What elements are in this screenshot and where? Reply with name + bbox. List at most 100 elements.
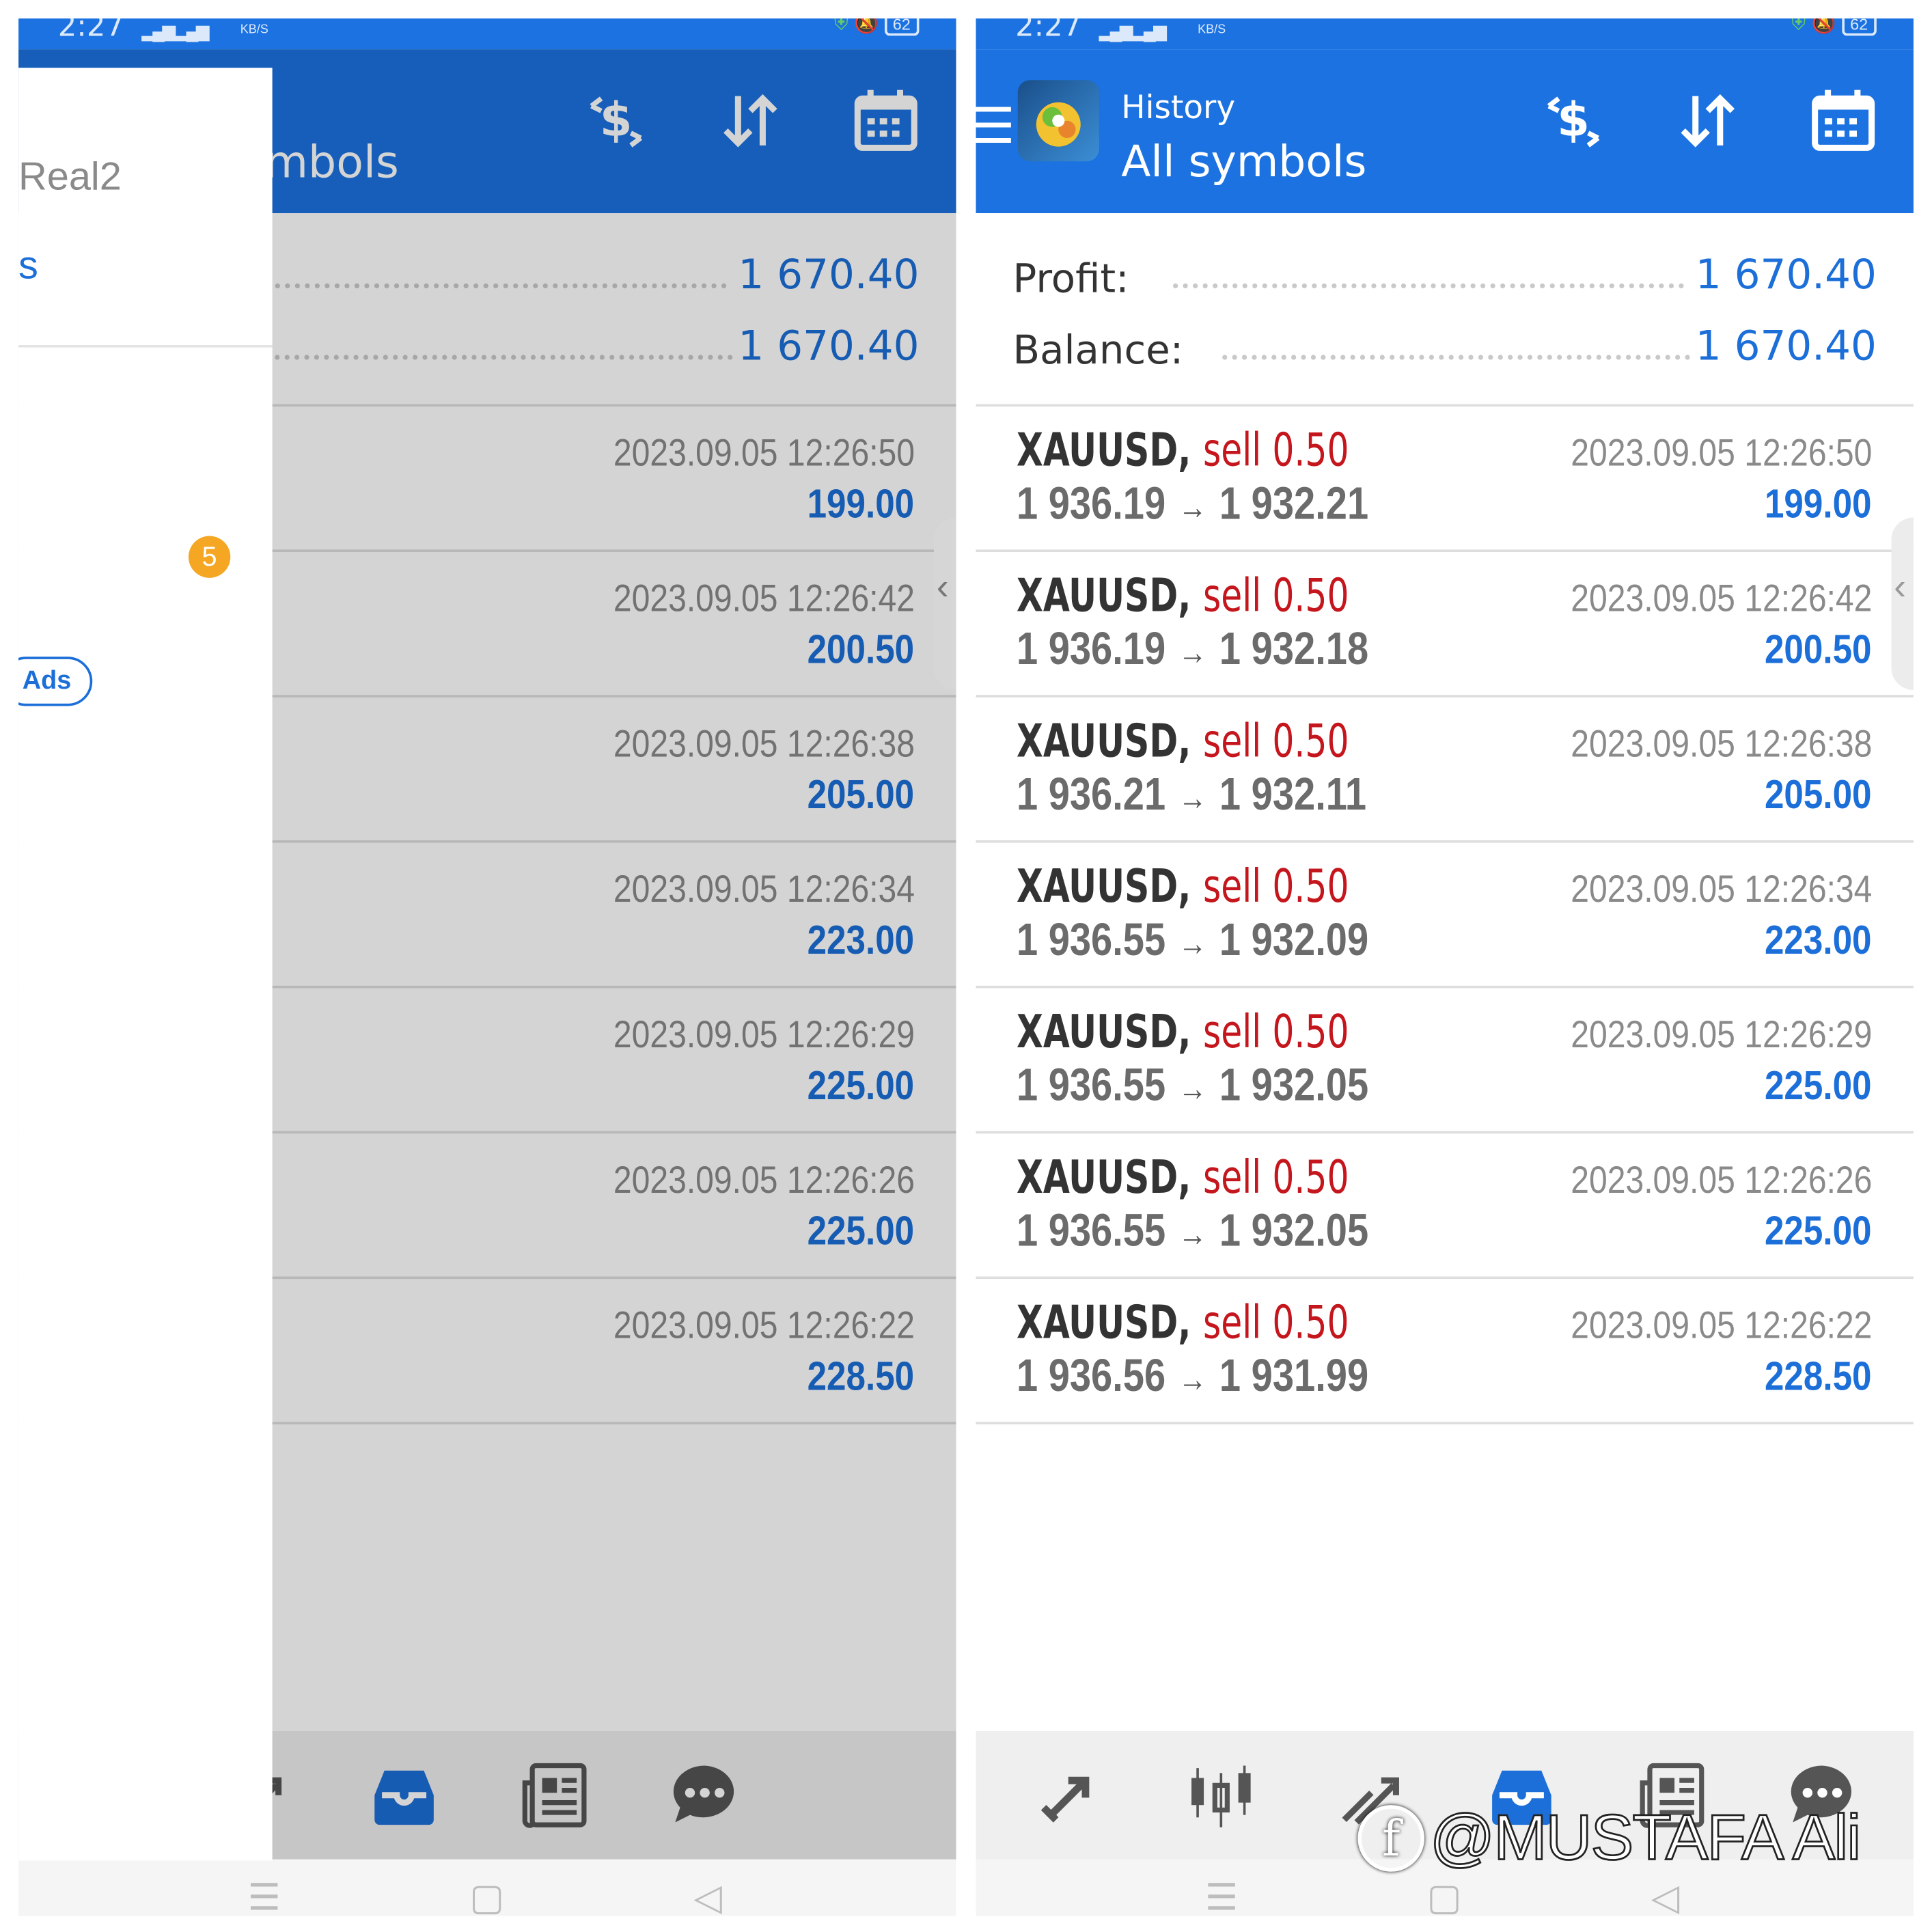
system-nav: ☰ ▢ ◁ <box>18 1859 956 1916</box>
trade-time: 2023.09.05 12:26:29 <box>1570 1012 1872 1056</box>
trade-time: 2023.09.05 12:26:26 <box>1570 1158 1872 1202</box>
back-icon[interactable]: ◁ <box>1651 1877 1680 1916</box>
status-right: ⛨ 🔕 62 <box>1791 18 1877 36</box>
status-right: ⛨ 🔕 62 <box>833 18 920 36</box>
trade-symbol: XAUUSD, sell 0.50 <box>1017 1296 1349 1349</box>
status-time: 2:27 <box>1015 18 1082 44</box>
trade-row[interactable]: XAUUSD, sell 0.50 1 936.56 → 1 931.99 2023.0… <box>976 1276 1914 1422</box>
left-screen: 2:27 ▂▄▆ ▂▄▆ KB/S ⛨ 🔕 62 mbols $ Profit:… <box>18 18 956 1916</box>
summary: Profit: 1 670.40 Balance: 1 670.40 <box>976 213 1914 404</box>
trade-open-price: 1 936.21 <box>1016 769 1166 820</box>
trade-row[interactable]: XAUUSD, sell 0.50 1 936.55 → 1 932.05 2023.0… <box>976 1131 1914 1277</box>
trade-symbol: XAUUSD, sell 0.50 <box>1017 424 1349 477</box>
watermark: f @MUSTAFA Ali <box>1357 1802 1862 1875</box>
shield-icon: ⛨ <box>1791 18 1806 35</box>
ads-button[interactable]: Ads <box>18 657 93 706</box>
trade-side: sell 0.50 <box>1202 1005 1349 1059</box>
shield-icon: ⛨ <box>833 18 849 35</box>
home-icon[interactable]: ▢ <box>469 1877 504 1916</box>
quotes-icon[interactable] <box>1034 1758 1107 1832</box>
nav-drawer: Real2 s 5 Ads <box>18 68 273 1861</box>
arrow-right-icon: → <box>1178 633 1207 672</box>
trade-profit: 205.00 <box>1765 771 1872 817</box>
status-bar: 2:27 ▂▄▆ ▂▄▆ KB/S ⛨ 🔕 62 <box>18 18 956 50</box>
drawer-link[interactable]: s <box>18 243 38 288</box>
trade-open-price: 1 936.55 <box>1016 914 1166 965</box>
status-bar: 2:27 ▂▄▆ ▂▄▆ KB/S ⛨ 🔕 62 <box>976 18 1914 50</box>
trade-row[interactable]: XAUUSD, sell 0.50 1 936.19 → 1 932.18 2023.0… <box>976 549 1914 695</box>
toolbar: ☰ History All symbols $ <box>976 49 1914 214</box>
balance-row: Balance: 1 670.40 <box>976 309 1914 381</box>
trade-symbol: XAUUSD, sell 0.50 <box>1017 569 1349 622</box>
toolbar-subtitle: All symbols <box>1121 137 1367 188</box>
drawer-account[interactable]: Real2 <box>18 154 122 199</box>
sort-icon[interactable] <box>1671 84 1745 164</box>
right-screen: 2:27 ▂▄▆ ▂▄▆ KB/S ⛨ 🔕 62 ☰ History All s… <box>976 18 1914 1916</box>
trade-time: 2023.09.05 12:26:22 <box>1570 1303 1872 1347</box>
battery-icon: 62 <box>884 18 920 36</box>
trade-row[interactable]: XAUUSD, sell 0.50 1 936.55 → 1 932.05 2023.0… <box>976 985 1914 1131</box>
trade-open-price: 1 936.19 <box>1016 623 1166 674</box>
trade-side: sell 0.50 <box>1202 859 1349 913</box>
trade-side: sell 0.50 <box>1202 424 1349 477</box>
trade-row[interactable]: XAUUSD, sell 0.50 1 936.21 → 1 932.11 2023.0… <box>976 695 1914 840</box>
balance-row-label: Balance: <box>1012 326 1184 374</box>
trade-side: sell 0.50 <box>1202 1296 1349 1349</box>
home-icon[interactable]: ▢ <box>1427 1877 1462 1916</box>
back-icon[interactable]: ◁ <box>693 1877 722 1916</box>
trade-close-price: 1 932.05 <box>1219 1060 1369 1111</box>
trade-prices: 1 936.56 → 1 931.99 <box>1017 1351 1368 1403</box>
mute-icon: 🔕 <box>854 18 879 35</box>
trade-row[interactable]: XAUUSD, sell 0.50 1 936.19 → 1 932.21 2023.0… <box>976 404 1914 550</box>
trade-side: sell 0.50 <box>1202 1150 1349 1204</box>
arrow-right-icon: → <box>1178 924 1207 963</box>
trade-side: sell 0.50 <box>1202 569 1349 622</box>
trade-symbol-name: XAUUSD, <box>1016 715 1191 768</box>
arrow-right-icon: → <box>1178 1215 1207 1254</box>
trade-symbol-name: XAUUSD, <box>1016 1150 1191 1204</box>
battery-icon: 62 <box>1841 18 1877 36</box>
trade-close-price: 1 931.99 <box>1219 1350 1369 1401</box>
toolbar-title: History <box>1121 89 1236 127</box>
trade-prices: 1 936.19 → 1 932.21 <box>1017 478 1368 530</box>
trade-profit: 223.00 <box>1765 916 1872 963</box>
arrow-right-icon: → <box>1178 778 1207 817</box>
app-logo-icon <box>1017 80 1099 162</box>
edge-handle[interactable]: ‹ <box>934 517 956 690</box>
speed-unit: KB/S <box>1198 23 1226 38</box>
trade-symbol: XAUUSD, sell 0.50 <box>1017 715 1349 768</box>
trade-prices: 1 936.21 → 1 932.11 <box>1017 769 1366 820</box>
recents-icon[interactable]: ☰ <box>248 1877 281 1916</box>
trade-symbol-name: XAUUSD, <box>1016 569 1191 622</box>
trade-open-price: 1 936.55 <box>1016 1060 1166 1111</box>
chart-icon[interactable] <box>1184 1758 1258 1832</box>
arrow-right-icon: → <box>1178 1069 1207 1108</box>
arrow-right-icon: → <box>1178 1360 1207 1399</box>
balance-row-value: 1 670.40 <box>1695 321 1877 370</box>
trade-row[interactable]: XAUUSD, sell 0.50 1 936.55 → 1 932.09 2023.0… <box>976 840 1914 986</box>
currency-exchange-icon[interactable]: $ <box>1536 84 1610 164</box>
trade-close-price: 1 932.11 <box>1219 769 1367 820</box>
trade-profit: 228.50 <box>1765 1353 1872 1399</box>
recents-icon[interactable]: ☰ <box>1205 1877 1239 1916</box>
speed-unit: KB/S <box>240 23 268 38</box>
trade-profit: 225.00 <box>1765 1207 1872 1254</box>
profit-row: Profit: 1 670.40 <box>976 238 1914 309</box>
signal-icon: ▂▄▆ ▂▄▆ <box>1099 20 1167 41</box>
trade-time: 2023.09.05 12:26:42 <box>1570 577 1872 620</box>
calendar-icon[interactable] <box>1805 84 1879 164</box>
edge-handle[interactable]: ‹ <box>1891 517 1914 690</box>
trade-symbol: XAUUSD, sell 0.50 <box>1017 1006 1349 1059</box>
trade-side: sell 0.50 <box>1202 715 1349 768</box>
trade-symbol: XAUUSD, sell 0.50 <box>1017 1151 1349 1204</box>
trade-close-price: 1 932.09 <box>1219 914 1369 965</box>
signal-icon: ▂▄▆ ▂▄▆ <box>141 20 209 41</box>
trade-profit: 199.00 <box>1765 480 1872 527</box>
trade-profit: 200.50 <box>1765 626 1872 672</box>
trade-time: 2023.09.05 12:26:34 <box>1570 867 1872 911</box>
menu-icon[interactable]: ☰ <box>976 98 1015 155</box>
mute-icon: 🔕 <box>1811 18 1836 35</box>
profit-row-label: Profit: <box>1012 255 1129 302</box>
trade-prices: 1 936.55 → 1 932.09 <box>1017 914 1368 966</box>
drawer-badge: 5 <box>188 536 231 578</box>
